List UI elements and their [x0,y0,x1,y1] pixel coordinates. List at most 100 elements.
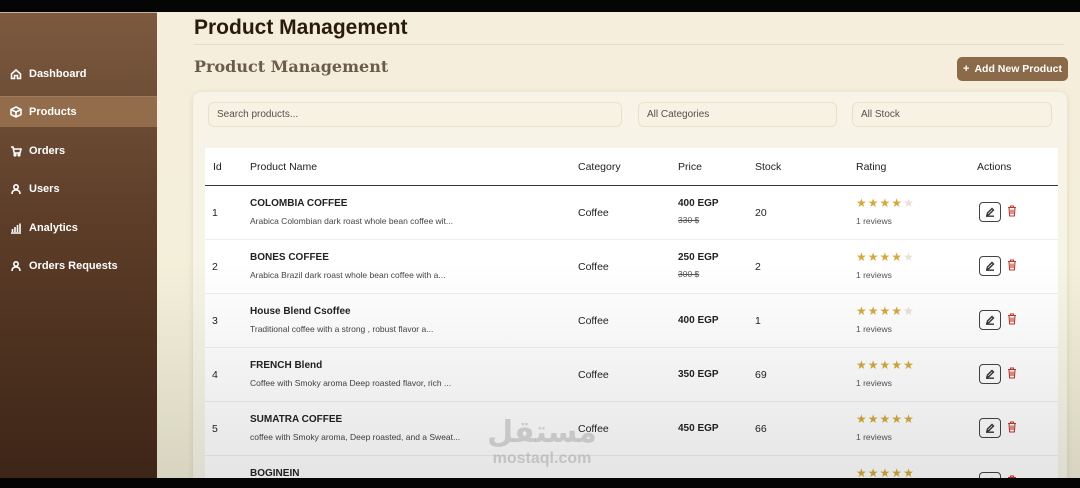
star-icon: ★ [856,250,868,264]
edit-button[interactable] [979,418,1001,438]
rating-stars: ★★★★★ [856,466,915,478]
star-icon: ★ [856,466,868,478]
home-icon [10,68,22,80]
plus-icon: + [963,63,970,75]
chart-icon [11,223,21,234]
star-icon: ★ [867,304,880,318]
box-icon [10,106,22,118]
star-icon: ★ [856,412,868,426]
title-divider [194,44,1064,45]
cart-icon [11,146,22,157]
sidebar-item-orders[interactable]: Orders [0,135,157,167]
page-title: Product Management [194,16,408,39]
cell-product-description: Traditional coffee with a strong , robus… [250,324,434,334]
cell-stock: 2 [755,261,761,273]
cell-reviews: 1 reviews [856,378,892,388]
delete-button[interactable] [1007,313,1017,325]
cell-old-price: 300 $ [678,269,700,279]
cell-product-name: SUMATRA COFFEE [250,414,343,425]
cell-product-name: BOGINEIN [250,468,300,478]
edit-icon [986,315,995,325]
rating-stars: ★★★★★ [856,304,915,318]
sidebar-item-label: Orders Requests [29,260,118,272]
star-icon: ★ [891,196,904,210]
edit-button[interactable] [979,256,1001,276]
table-header: Id Product Name Category Price Stock Rat… [205,148,1058,186]
column-header-price: Price [678,161,702,173]
delete-button[interactable] [1007,259,1017,271]
cell-stock: 1 [755,315,761,327]
rating-stars: ★★★★★ [856,412,915,426]
sidebar-item-dashboard[interactable]: Dashboard [0,58,157,90]
screen-bottom-bar [0,478,1080,488]
column-header-stock: Stock [755,161,782,173]
cell-id: 4 [212,369,218,381]
edit-button[interactable] [979,364,1001,384]
main-content: Product Management Product Management + … [157,12,1080,478]
column-header-rating: Rating [856,161,887,173]
rating-stars: ★★★★★ [856,250,915,264]
cell-reviews: 1 reviews [856,432,892,442]
cell-price: 250 EGP [678,252,719,263]
star-icon: ★ [879,466,892,478]
star-icon: ★ [903,250,915,264]
delete-button[interactable] [1007,205,1017,217]
star-icon: ★ [856,196,868,210]
section-title: Product Management [194,57,389,76]
products-card: Search products... All Categories All St… [193,92,1067,478]
cell-product-description: Arabica Colombian dark roast whole bean … [250,216,454,226]
edit-button[interactable] [979,202,1001,222]
cell-category: Coffee [578,369,609,381]
sidebar-item-label: Users [29,183,60,195]
sidebar-item-orders-requests[interactable]: Orders Requests [0,250,157,282]
trash-icon [1008,259,1016,271]
star-icon: ★ [879,304,892,318]
sidebar-item-label: Orders [29,145,66,157]
edit-button[interactable] [979,310,1001,330]
star-icon: ★ [867,466,880,478]
stock-select[interactable]: All Stock [852,102,1052,127]
star-icon: ★ [891,358,904,372]
cell-id: 3 [212,315,218,327]
table-row: 2 BONES COFFEE Arabica Brazil dark roast w… [205,240,1058,294]
cell-product-name: House Blend Csoffee [250,306,351,317]
table-row: 1 COLOMBIA COFFEE Arabica Colombian dark r… [205,186,1058,240]
star-icon: ★ [891,250,904,264]
cell-product-name: COLOMBIA COFFEE [250,198,348,209]
sidebar-item-users[interactable]: Users [0,173,157,205]
cell-product-description: Coffee with Smoky aroma Deep roasted fla… [250,378,452,388]
cell-stock: 20 [755,207,767,219]
cell-stock: 69 [755,369,767,381]
sidebar: Dashboard Products Orders Users Analytic… [0,12,157,478]
star-icon: ★ [867,358,880,372]
star-icon: ★ [867,412,880,426]
cell-price: 450 EGP [678,423,719,434]
delete-button[interactable] [1007,367,1017,379]
cell-id: 2 [212,261,218,273]
trash-icon [1008,421,1016,433]
table-row: 4 FRENCH Blend Coffee with Smoky aroma Dee… [205,348,1058,402]
cell-price: 350 EGP [678,369,719,380]
star-icon: ★ [879,412,892,426]
star-icon: ★ [879,250,892,264]
products-table: Id Product Name Category Price Stock Rat… [205,148,1058,478]
add-new-product-button[interactable]: + Add New Product [957,57,1068,81]
category-select[interactable]: All Categories [638,102,837,127]
star-icon: ★ [879,196,892,210]
star-icon: ★ [879,358,892,372]
search-input[interactable]: Search products... [208,102,622,127]
sidebar-item-analytics[interactable]: Analytics [0,212,157,244]
column-header-product-name: Product Name [250,161,318,173]
trash-icon [1008,205,1016,217]
edit-icon [986,369,995,379]
cell-reviews: 1 reviews [856,270,892,280]
sidebar-item-products[interactable]: Products [0,96,157,128]
star-icon: ★ [856,358,868,372]
cell-category: Coffee [578,261,609,273]
cell-reviews: 1 reviews [856,216,892,226]
column-header-actions: Actions [977,161,1012,173]
cell-id: 1 [212,207,218,219]
delete-button[interactable] [1007,421,1017,433]
star-icon: ★ [903,466,915,478]
star-icon: ★ [903,196,915,210]
